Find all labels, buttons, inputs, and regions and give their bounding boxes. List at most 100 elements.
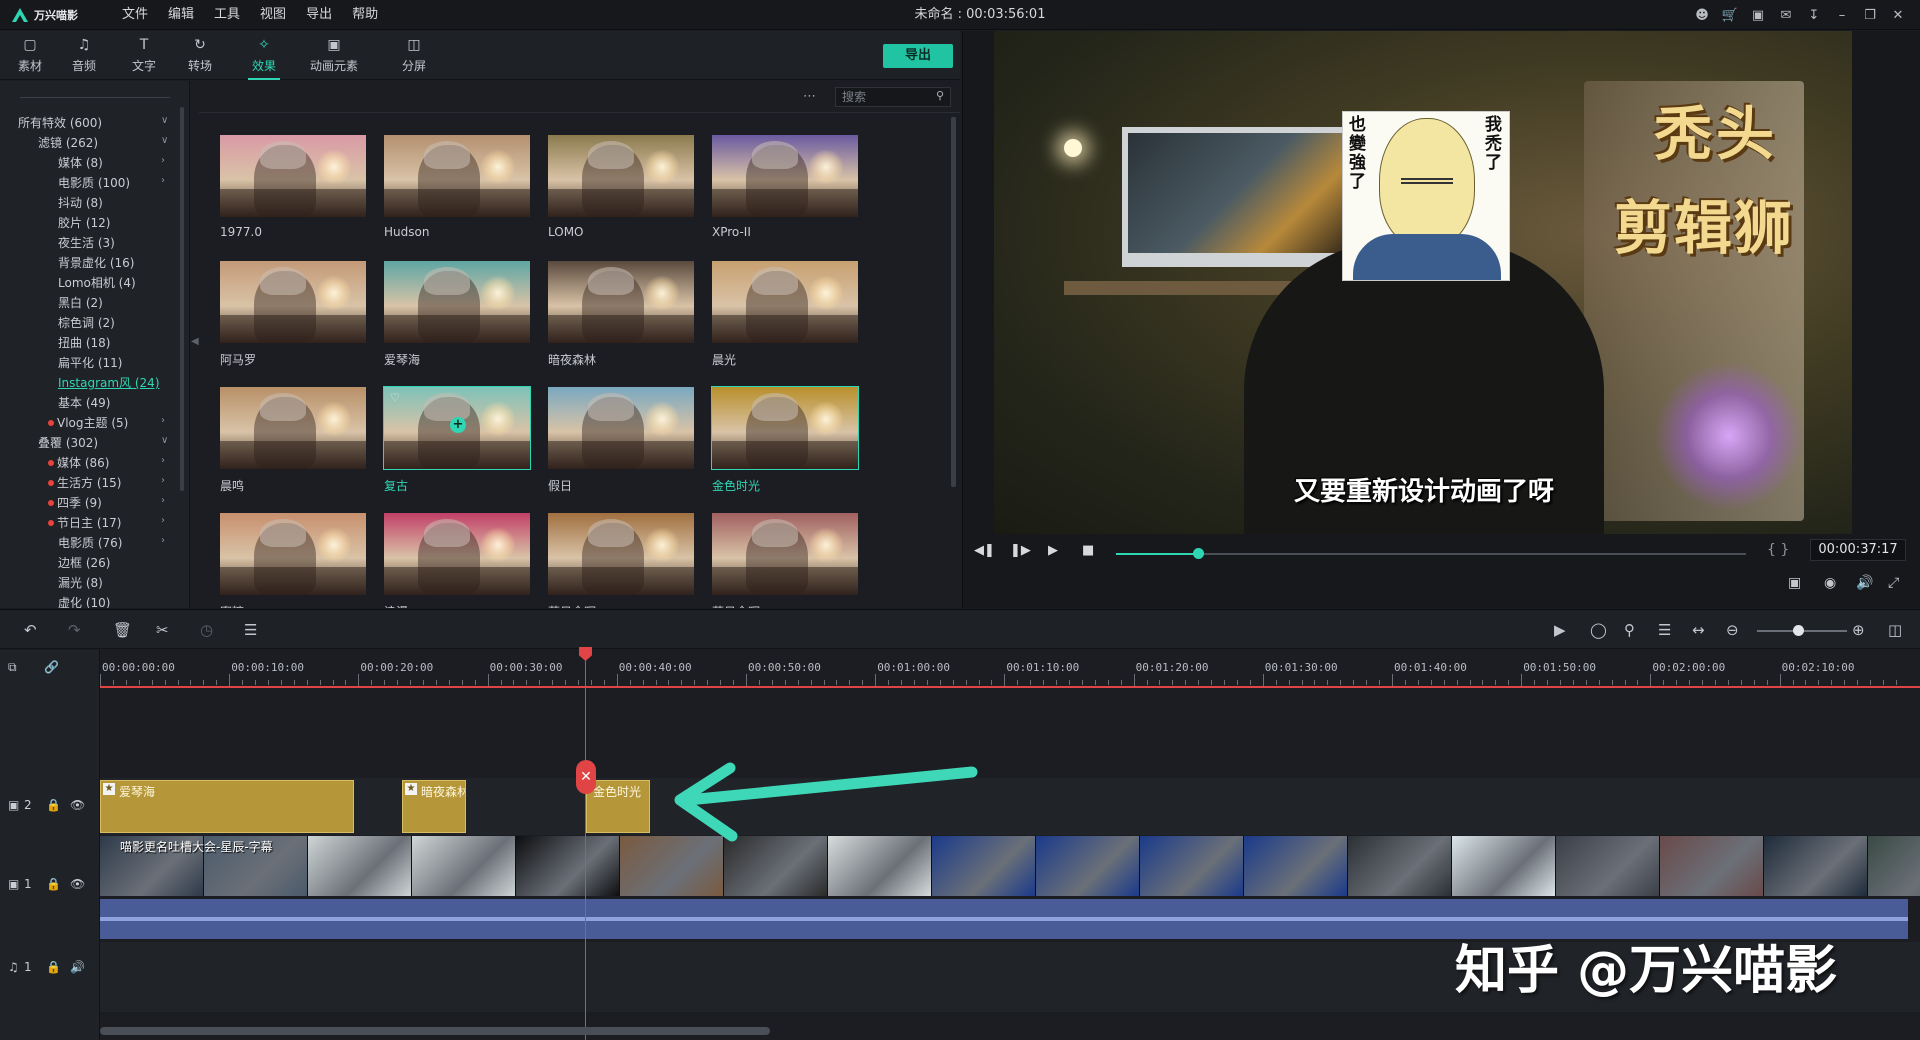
effect-tile[interactable]: 爱琴海	[384, 261, 530, 368]
effect-tile[interactable]: 阿马罗	[220, 261, 366, 368]
tab-folder[interactable]: ▢ 素材	[0, 37, 60, 74]
category-item[interactable]: 黑白 (2)	[58, 294, 103, 311]
search-input[interactable]: 搜索	[835, 87, 951, 107]
category-item[interactable]: Instagram风 (24)	[58, 374, 160, 391]
zoom-in-icon[interactable]: ⊕	[1852, 621, 1865, 639]
timeline-scrollbar[interactable]	[100, 1027, 770, 1035]
category-scrollbar[interactable]	[180, 107, 184, 491]
chevron-right-icon[interactable]: ›	[161, 515, 165, 526]
chevron-right-icon[interactable]: ›	[161, 415, 165, 426]
split-marker-icon[interactable]: ✕	[576, 760, 596, 794]
menu-item[interactable]: 工具	[204, 0, 250, 30]
effect-tile[interactable]: ♡ + 复古	[383, 386, 531, 494]
layout-toggle-icon[interactable]: ◫	[1888, 621, 1902, 639]
link-icon[interactable]: 🔗	[44, 660, 59, 674]
chevron-down-icon[interactable]: ∨	[161, 435, 168, 446]
video-thumbnail[interactable]	[516, 836, 620, 896]
effect-clip[interactable]: 金色时光	[586, 780, 650, 833]
effect-tile[interactable]: XPro-II	[712, 135, 858, 239]
fullscreen-icon[interactable]: ⤢	[1888, 575, 1899, 591]
effect-tile[interactable]: 浪漫	[384, 513, 530, 608]
tab-transition[interactable]: ↻ 转场	[170, 37, 230, 74]
minimize-icon[interactable]: –	[1828, 0, 1856, 30]
effect-tile[interactable]: 假日	[548, 387, 694, 494]
play-icon[interactable]: ▶	[1048, 543, 1058, 558]
category-item[interactable]: 胶片 (12)	[58, 214, 110, 231]
effect-tile[interactable]: 金色时光	[711, 386, 859, 494]
snapshot-icon[interactable]: ◉	[1824, 575, 1836, 591]
grid-view-icon[interactable]: ⋯	[803, 89, 816, 104]
category-item[interactable]: 抖动 (8)	[58, 194, 103, 211]
eye-icon[interactable]: 👁	[70, 798, 85, 812]
category-item[interactable]: 电影质 (100)	[58, 174, 130, 191]
category-item[interactable]: Lomo相机 (4)	[58, 274, 136, 291]
video-thumbnail[interactable]	[1140, 836, 1244, 896]
next-frame-icon[interactable]: ❚▶	[1010, 543, 1031, 558]
marker-icon[interactable]: ◯	[1590, 621, 1607, 639]
video-thumbnail[interactable]	[1452, 836, 1556, 896]
category-item[interactable]: 节日主 (17)	[48, 514, 121, 531]
playhead[interactable]	[585, 660, 586, 1040]
speaker-icon[interactable]: 🔊	[70, 960, 85, 974]
cart-icon[interactable]: 🛒	[1716, 0, 1744, 30]
volume-icon[interactable]: 🔊	[1856, 575, 1873, 591]
fit-timeline-icon[interactable]: ↔	[1692, 621, 1705, 639]
video-thumbnail[interactable]	[1764, 836, 1868, 896]
video-thumbnail[interactable]	[1868, 836, 1920, 896]
time-ruler[interactable]: 00:00:00:00 00:00:10:00 00:00:20:00 00:00:3…	[100, 650, 1920, 688]
video-thumbnail[interactable]	[724, 836, 828, 896]
adjust-icon[interactable]: ☰	[244, 621, 257, 639]
category-item[interactable]: 棕色调 (2)	[58, 314, 115, 331]
video-thumbnail[interactable]	[1556, 836, 1660, 896]
effect-clip[interactable]: ★ 爱琴海	[100, 780, 354, 833]
microphone-icon[interactable]: ⚲	[1624, 621, 1635, 639]
chevron-right-icon[interactable]: ›	[161, 455, 165, 466]
add-track-icon[interactable]: ⧉	[8, 660, 17, 675]
effect-tile[interactable]: 蜜糖	[220, 513, 366, 608]
playback-knob[interactable]	[1192, 548, 1204, 559]
tab-effects[interactable]: ✧ 效果	[234, 37, 294, 80]
chevron-right-icon[interactable]: ›	[161, 175, 165, 186]
video-thumbnail[interactable]	[1036, 836, 1140, 896]
user-icon[interactable]: ☻	[1688, 0, 1716, 30]
effect-tile[interactable]: 晨鸣	[220, 387, 366, 494]
tab-splitscreen[interactable]: ◫ 分屏	[384, 37, 444, 74]
render-icon[interactable]: ▶	[1554, 621, 1566, 639]
category-item[interactable]: 四季 (9)	[48, 494, 102, 511]
effect-tile[interactable]: 落日余晖	[548, 513, 694, 608]
category-item[interactable]: 媒体 (86)	[48, 454, 109, 471]
category-item[interactable]: 基本 (49)	[58, 394, 110, 411]
effect-tile[interactable]: 晨光	[712, 261, 858, 368]
category-item[interactable]: 背景虚化 (16)	[58, 254, 134, 271]
lock-icon[interactable]: 🔒	[46, 877, 61, 891]
stop-icon[interactable]: ■	[1082, 543, 1094, 558]
prev-frame-icon[interactable]: ◀❚	[974, 543, 995, 558]
export-button[interactable]: 导出	[883, 44, 953, 68]
video-thumbnail[interactable]	[932, 836, 1036, 896]
effect-tile[interactable]: Hudson	[384, 135, 530, 239]
category-item[interactable]: 扁平化 (11)	[58, 354, 122, 371]
chevron-right-icon[interactable]: ›	[161, 535, 165, 546]
eye-icon[interactable]: 👁	[70, 877, 85, 891]
cut-icon[interactable]: ✂	[156, 621, 169, 639]
effect-tile[interactable]: 1977.0	[220, 135, 366, 239]
video-thumbnail[interactable]	[308, 836, 412, 896]
tab-music[interactable]: ♫ 音频	[54, 37, 114, 74]
speed-icon[interactable]: ◷	[200, 621, 213, 639]
playback-track[interactable]	[1116, 553, 1746, 555]
category-item[interactable]: 扭曲 (18)	[58, 334, 110, 351]
menu-item[interactable]: 文件	[112, 0, 158, 30]
category-item[interactable]: 虚化 (10)	[58, 594, 110, 608]
category-item[interactable]: 生活方 (15)	[48, 474, 121, 491]
video-thumbnail[interactable]	[1244, 836, 1348, 896]
zoom-out-icon[interactable]: ⊖	[1726, 621, 1739, 639]
favorite-icon[interactable]: ♡	[390, 391, 400, 404]
video-thumbnail[interactable]	[1660, 836, 1764, 896]
add-icon[interactable]: +	[450, 417, 466, 433]
video-thumbnail[interactable]	[412, 836, 516, 896]
category-item[interactable]: 滤镜 (262)	[38, 134, 98, 151]
chevron-right-icon[interactable]: ›	[161, 495, 165, 506]
tab-elements[interactable]: ▣ 动画元素	[294, 37, 374, 74]
effect-tile[interactable]: LOMO	[548, 135, 694, 239]
redo-icon[interactable]: ↷	[68, 621, 81, 639]
